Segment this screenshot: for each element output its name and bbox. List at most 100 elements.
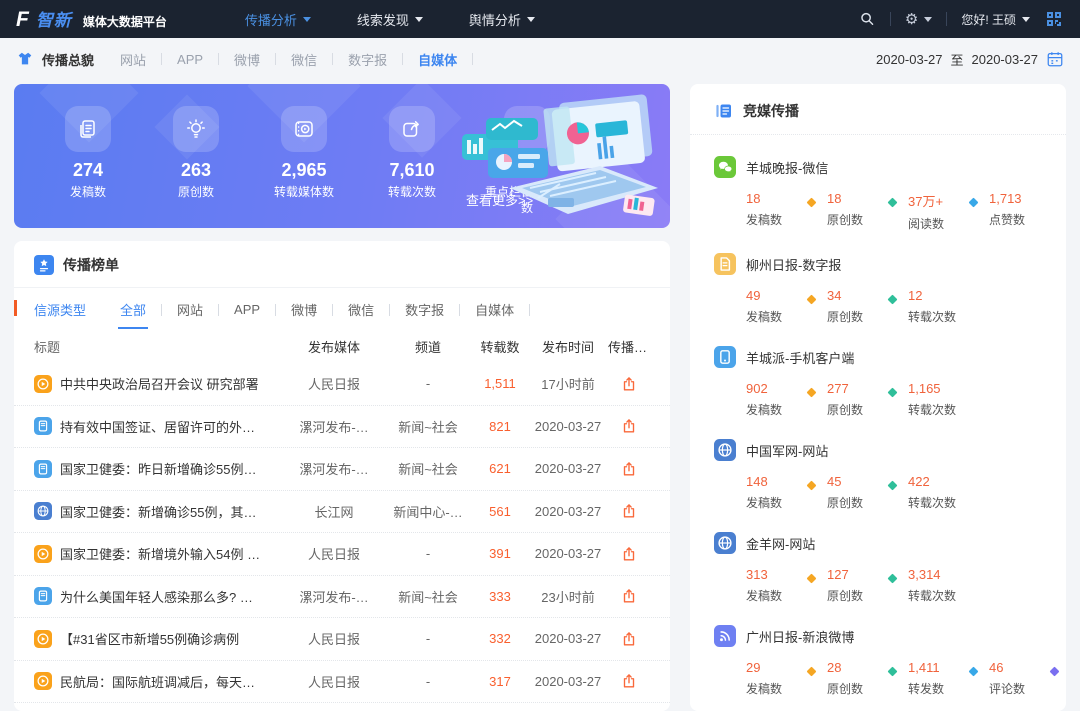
spread-analysis-icon[interactable] xyxy=(620,545,638,563)
table-row[interactable]: 为什么美国年轻人感染那么多? … 漯河发布-… 新闻~社会 333 23小时前 xyxy=(14,576,670,619)
article-title[interactable]: 国家卫健委：新增境外输入54例 … xyxy=(60,544,260,563)
user-menu[interactable]: 您好! 王硕 xyxy=(961,11,1030,28)
table-row[interactable]: 持有效中国签证、居留许可的外… 漯河发布-… 新闻~社会 821 2020-03… xyxy=(14,406,670,449)
table-row[interactable]: 国家卫健委：新增确诊55例，其… 长江网 新闻中心-… 561 2020-03-… xyxy=(14,491,670,534)
tab-ranking[interactable]: APP xyxy=(234,302,260,317)
stat-label: 原创数 xyxy=(827,494,885,511)
tab-subnav[interactable]: 微博 xyxy=(234,50,260,69)
article-title[interactable]: 持有效中国签证、居留许可的外… xyxy=(60,417,255,436)
banner-stat-value: 2,965 xyxy=(268,160,340,181)
stat-label: 发稿数 xyxy=(746,308,804,325)
nav-menu[interactable]: 线索发现 xyxy=(357,10,423,29)
tab-subnav[interactable]: 微信 xyxy=(291,50,317,69)
stat-value: 34 xyxy=(827,288,885,303)
stat-value: 18 xyxy=(827,191,885,206)
article-title[interactable]: 为什么美国年轻人感染那么多? … xyxy=(60,587,253,606)
selfmedia-icon xyxy=(34,630,52,648)
col-media: 发布媒体 xyxy=(284,337,384,356)
banner-stat-value: 7,610 xyxy=(376,160,448,181)
stat-value: 277 xyxy=(827,381,885,396)
spread-analysis-icon[interactable] xyxy=(620,587,638,605)
competitor-item: 羊城晚报-微信 18发稿数18原创数37万+阅读数1,713点赞数 xyxy=(690,156,1066,232)
logo[interactable]: F 智新 媒体大数据平台 xyxy=(16,6,167,32)
share-icon xyxy=(389,106,435,152)
tab-ranking[interactable]: 数字报 xyxy=(405,300,444,319)
settings-button[interactable]: ⚙ xyxy=(905,12,932,27)
banner-stat-label: 转载次数 xyxy=(376,185,448,201)
article-title[interactable]: 中共中央政治局召开会议 研究部署 xyxy=(60,374,259,393)
qr-code-icon[interactable] xyxy=(1044,9,1064,29)
tab-subnav[interactable]: 网站 xyxy=(120,50,146,69)
competitor-name: 柳州日报-数字报 xyxy=(746,255,841,274)
banner-illustration xyxy=(452,92,664,224)
date-range-picker[interactable]: 2020-03-27 至 2020-03-27 xyxy=(876,50,1064,69)
competitor-item: 羊城派-手机客户端 902发稿数277原创数1,165转载次数 xyxy=(690,346,1066,418)
table-row[interactable]: 民航局：国际航班调减后，每天… 人民日报 - 317 2020-03-27 xyxy=(14,661,670,704)
competitor-stats: 148发稿数45原创数422转载次数 xyxy=(746,474,1042,511)
table-row[interactable]: 国家卫健委：昨日新增确诊55例… 漯河发布-… 新闻~社会 621 2020-0… xyxy=(14,448,670,491)
web-icon xyxy=(34,502,52,520)
nav-menu[interactable]: 舆情分析 xyxy=(469,10,535,29)
spread-analysis-icon[interactable] xyxy=(620,630,638,648)
publish-media: 漯河发布-… xyxy=(284,587,384,606)
stat-label: 发稿数 xyxy=(746,211,804,228)
col-channel: 频道 xyxy=(384,337,472,356)
spread-analysis-icon[interactable] xyxy=(620,417,638,435)
stat: 37万+阅读数 xyxy=(908,191,966,232)
spread-analysis-icon[interactable] xyxy=(620,502,638,520)
tab-subnav[interactable]: APP xyxy=(177,52,203,67)
divider xyxy=(529,304,530,316)
article-title[interactable]: 国家卫健委：新增确诊55例，其… xyxy=(60,502,256,521)
tab-subnav[interactable]: 自媒体 xyxy=(418,50,457,69)
topbar: F 智新 媒体大数据平台 传播分析 线索发现 舆情分析 ⚙ 您好! 王硕 xyxy=(0,0,1080,38)
tab-subnav[interactable]: 数字报 xyxy=(348,50,387,69)
calendar-icon[interactable] xyxy=(1046,50,1064,68)
nav-menu[interactable]: 传播分析 xyxy=(245,10,311,29)
tab-ranking[interactable]: 网站 xyxy=(177,300,203,319)
web-icon xyxy=(714,439,736,461)
filter-row: 信源类型 全部 网站 APP 微博 微信 数字报 自媒体 xyxy=(14,288,670,329)
source-type-label[interactable]: 信源类型 xyxy=(34,300,86,319)
date-to: 2020-03-27 xyxy=(972,52,1039,67)
weibo-icon xyxy=(714,625,736,647)
article-title[interactable]: 【#31省区市新增55例确诊病例 xyxy=(60,629,239,648)
stat: 34原创数 xyxy=(827,288,885,325)
divider xyxy=(389,304,390,316)
publish-time: 2020-03-27 xyxy=(528,504,608,519)
competitor-name: 中国军网-网站 xyxy=(746,441,828,460)
search-icon[interactable] xyxy=(858,10,876,28)
channel: - xyxy=(384,674,472,689)
stat: 1,411转发数 xyxy=(908,660,966,697)
repost-count: 821 xyxy=(472,419,528,434)
table-row[interactable]: 【#31省区市新增55例确诊病例 人民日报 - 332 2020-03-27 xyxy=(14,618,670,661)
stat-label: 发稿数 xyxy=(746,401,804,418)
subnav-item-overview[interactable]: 传播总貌 xyxy=(16,50,94,69)
spread-analysis-icon[interactable] xyxy=(620,672,638,690)
competitor-stats: 902发稿数277原创数1,165转载次数 xyxy=(746,381,1042,418)
divider xyxy=(161,304,162,316)
stat-value: 12 xyxy=(908,288,966,303)
repost-count: 561 xyxy=(472,504,528,519)
stat: 18发稿数 xyxy=(746,191,804,228)
spread-analysis-icon[interactable] xyxy=(620,460,638,478)
tab-ranking[interactable]: 自媒体 xyxy=(475,300,514,319)
nav-menu-label: 传播分析 xyxy=(245,10,297,29)
chevron-down-icon xyxy=(415,17,423,22)
publish-media: 人民日报 xyxy=(284,544,384,563)
stat-value: 422 xyxy=(908,474,966,489)
tab-ranking[interactable]: 微博 xyxy=(291,300,317,319)
diamond-separator-icon xyxy=(969,198,979,208)
spread-analysis-icon[interactable] xyxy=(620,375,638,393)
table-row[interactable]: 国家卫健委：新增境外输入54例 … 人民日报 - 391 2020-03-27 xyxy=(14,533,670,576)
tab-ranking[interactable]: 全部 xyxy=(120,300,146,319)
divider xyxy=(459,304,460,316)
competitors-icon xyxy=(714,101,734,121)
table-row[interactable]: 中共中央政治局召开会议 研究部署 人民日报 - 1,511 17小时前 xyxy=(14,363,670,406)
tab-ranking[interactable]: 微信 xyxy=(348,300,374,319)
stat: 1,713点赞数 xyxy=(989,191,1047,228)
ranking-title: 传播榜单 xyxy=(63,255,119,275)
article-title[interactable]: 国家卫健委：昨日新增确诊55例… xyxy=(60,459,256,478)
article-title[interactable]: 民航局：国际航班调减后，每天… xyxy=(60,672,255,691)
stat: 313发稿数 xyxy=(746,567,804,604)
divider xyxy=(946,12,947,26)
